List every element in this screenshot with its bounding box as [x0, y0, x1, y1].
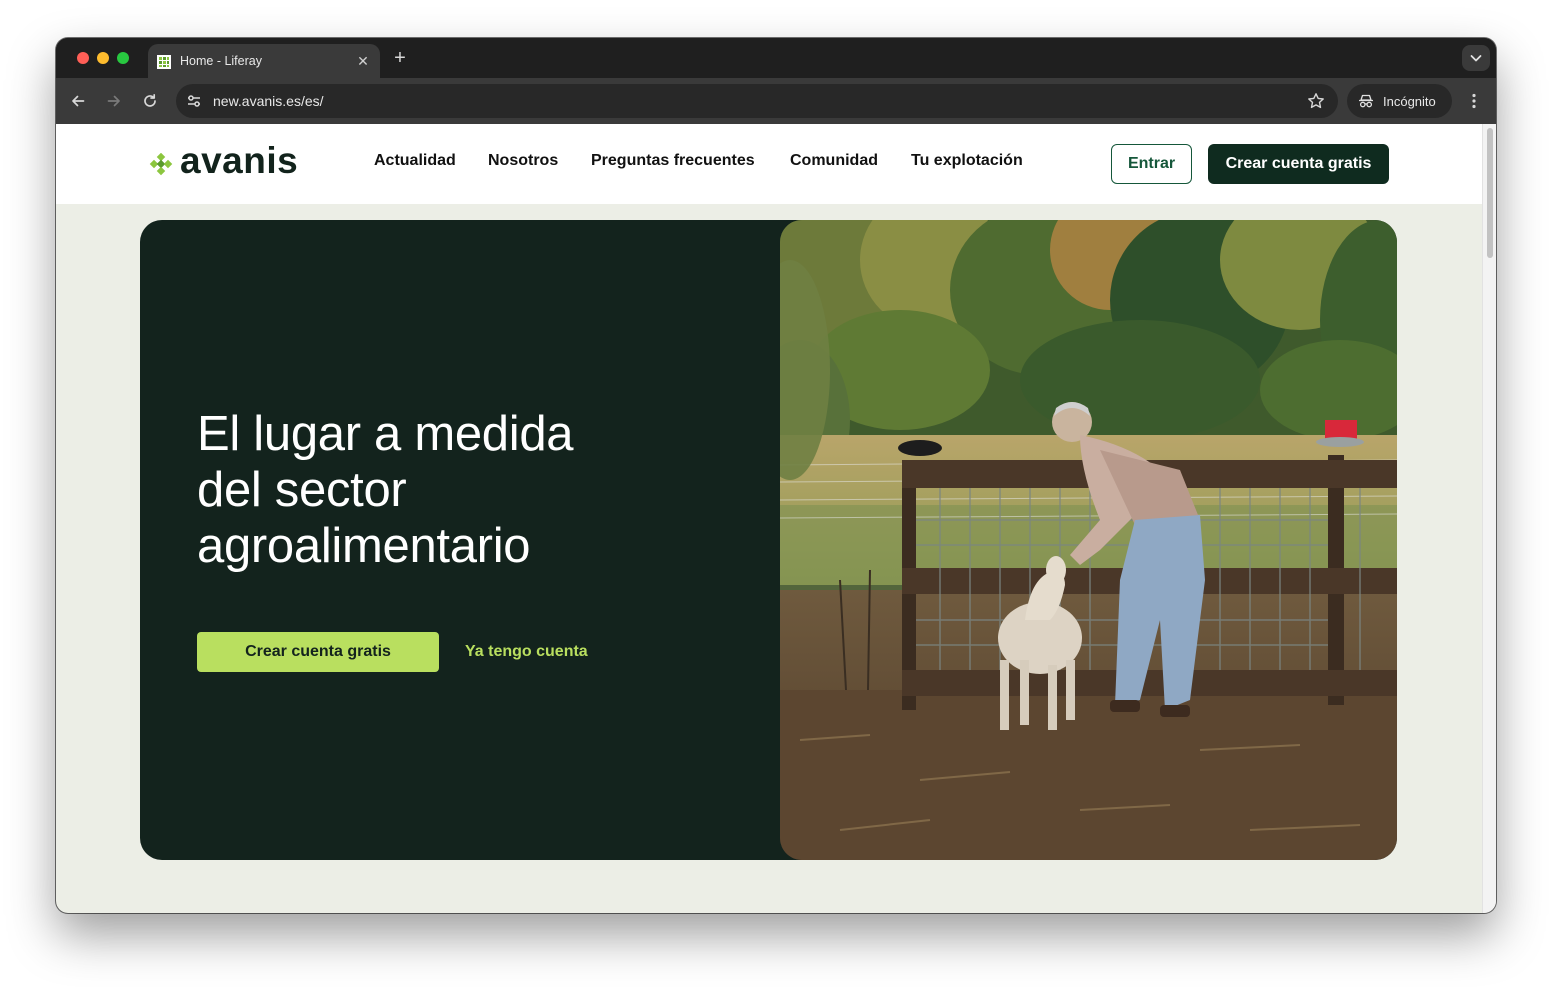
- incognito-label: Incógnito: [1383, 94, 1436, 109]
- signup-button[interactable]: Crear cuenta gratis: [1208, 144, 1389, 184]
- browser-window: Home - Liferay ✕ + new.avanis.es/es/ Inc…: [56, 38, 1496, 913]
- scrollbar-thumb[interactable]: [1487, 128, 1493, 258]
- page-scrollbar[interactable]: [1482, 124, 1496, 913]
- login-button[interactable]: Entrar: [1111, 144, 1192, 184]
- incognito-icon: [1359, 94, 1373, 108]
- address-bar[interactable]: new.avanis.es/es/: [176, 84, 1338, 118]
- chevron-down-icon: [1470, 55, 1482, 62]
- zoom-window-button[interactable]: [117, 52, 129, 64]
- nav-link-tu-explotacion[interactable]: Tu explotación: [911, 152, 1023, 170]
- site-header: avanis Actualidad Nosotros Preguntas fre…: [56, 124, 1482, 204]
- nav-link-comunidad[interactable]: Comunidad: [790, 152, 878, 170]
- forward-arrow-icon[interactable]: [104, 91, 124, 111]
- logo-wordmark: avanis: [180, 140, 299, 181]
- browser-toolbar: new.avanis.es/es/ Incógnito: [56, 78, 1496, 124]
- hero-title-line: agroalimentario: [197, 519, 531, 573]
- reload-icon[interactable]: [140, 91, 160, 111]
- hero-signup-button[interactable]: Crear cuenta gratis: [197, 632, 439, 672]
- site-info-icon[interactable]: [184, 91, 204, 111]
- site-logo[interactable]: avanis: [148, 140, 298, 182]
- tab-search-button[interactable]: [1462, 45, 1490, 71]
- hero-photo: [780, 220, 1397, 860]
- farmer-feeding-lamb-image: [780, 220, 1397, 860]
- incognito-indicator[interactable]: Incógnito: [1347, 84, 1452, 118]
- close-icon[interactable]: ✕: [354, 51, 372, 71]
- nav-link-actualidad[interactable]: Actualidad: [374, 152, 456, 170]
- url-text: new.avanis.es/es/: [213, 93, 324, 109]
- avanis-logo-mark-icon: [149, 153, 173, 176]
- kebab-menu-icon[interactable]: [1464, 91, 1484, 111]
- browser-tab-active[interactable]: Home - Liferay ✕: [148, 44, 380, 78]
- nav-link-preguntas-frecuentes[interactable]: Preguntas frecuentes: [591, 152, 755, 170]
- page-viewport: avanis Actualidad Nosotros Preguntas fre…: [56, 124, 1496, 913]
- hero-title: El lugar a medida del sector agroaliment…: [197, 406, 677, 574]
- minimize-window-button[interactable]: [97, 52, 109, 64]
- plus-icon[interactable]: +: [389, 46, 411, 70]
- close-window-button[interactable]: [77, 52, 89, 64]
- nav-link-nosotros[interactable]: Nosotros: [488, 152, 558, 170]
- hero-title-line: El lugar a medida: [197, 407, 574, 461]
- tab-strip: Home - Liferay ✕ +: [56, 38, 1496, 78]
- hero-section: El lugar a medida del sector agroaliment…: [140, 220, 1397, 860]
- tab-title: Home - Liferay: [180, 54, 262, 68]
- hero-title-line: del sector: [197, 463, 407, 517]
- back-arrow-icon[interactable]: [68, 91, 88, 111]
- hero-login-link[interactable]: Ya tengo cuenta: [465, 643, 588, 661]
- site-favicon-icon: [157, 55, 171, 69]
- star-icon[interactable]: [1306, 91, 1326, 111]
